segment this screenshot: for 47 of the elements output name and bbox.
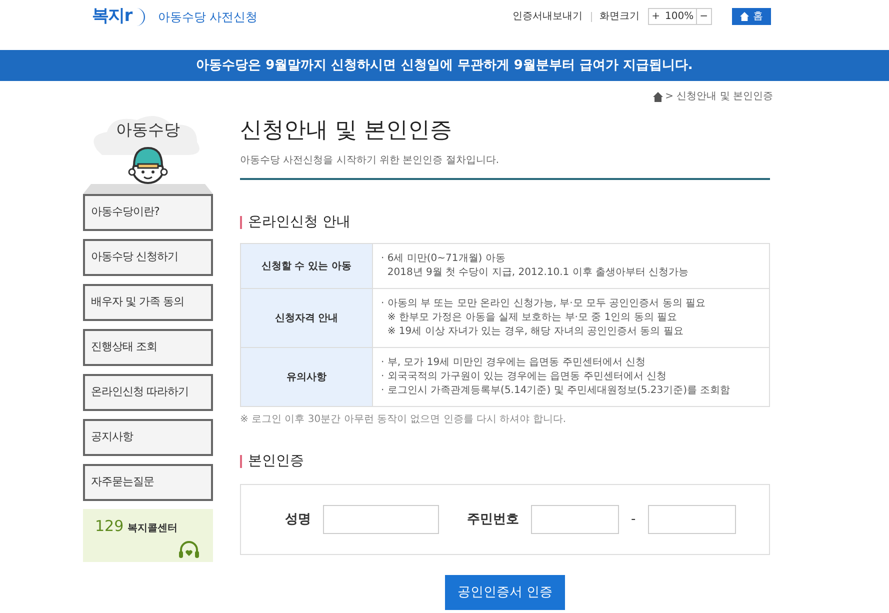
page-subtitle: 아동수당 사전신청을 시작하기 위한 본인인증 절차입니다. xyxy=(240,153,770,180)
section-heading: 본인인증 xyxy=(248,452,304,471)
sidebar-menu-item[interactable]: 아동수당 신청하기 xyxy=(83,239,213,276)
table-cell-text: ※ 한부모 가정은 아동을 실제 보호하는 부·모 중 1인의 동의 필요 xyxy=(386,311,678,325)
sidebar-menu-item[interactable]: 자주묻는질문 xyxy=(83,464,213,501)
section-heading: 온라인신청 안내 xyxy=(248,213,350,232)
id-separator: - xyxy=(631,510,636,529)
table-cell-text: 2018년 9월 첫 수당이 지급, 2012.10.1 이후 출생아부터 신청가능 xyxy=(386,266,690,280)
sidebar-menu-item[interactable]: 아동수당이란? xyxy=(83,194,213,231)
table-header-cell: 신청할 수 있는 아동 xyxy=(241,244,373,288)
zoom-out-button[interactable]: − xyxy=(696,9,711,24)
name-input[interactable] xyxy=(323,505,439,534)
page-title: 신청안내 및 본인인증 xyxy=(240,117,453,145)
table-cell-text: · 6세 미만(0~71개월) 아동 xyxy=(381,252,506,266)
headset-icon xyxy=(177,540,201,560)
call-center-label: 복지콜센터 xyxy=(128,522,178,536)
home-icon xyxy=(653,92,664,102)
call-center-number: 129 xyxy=(95,516,124,537)
table-cell-text: ※ 19세 이상 자녀가 있는 경우, 해당 자녀의 공인인증서 동의 필요 xyxy=(386,325,684,339)
logo[interactable]: 복지r xyxy=(92,4,150,30)
sidebar-title: 아동수당 xyxy=(116,119,180,141)
sidebar-menu-item[interactable]: 배우자 및 가족 동의 xyxy=(83,284,213,321)
breadcrumb: > 신청안내 및 본인인증 xyxy=(665,90,773,104)
session-note: ※ 로그인 이후 30분간 아무런 동작이 없으면 인증를 다시 하셔야 합니다. xyxy=(240,413,568,427)
site-title: 아동수당 사전신청 xyxy=(158,8,258,26)
notice-banner: 아동수당은 9월말까지 신청하시면 신청일에 무관하게 9월분부터 급여가 지급됩니다. xyxy=(0,50,889,81)
export-certificate-link[interactable]: 인증서내보내기 xyxy=(512,9,583,24)
table-cell-text: · 아동의 부 또는 모만 온라인 신청가능, 부·모 모두 공인인증서 동의 필요 xyxy=(381,297,707,311)
id-number-label: 주민번호 xyxy=(467,510,519,529)
logo-text: 복지r xyxy=(92,5,132,28)
table-cell-text: · 외국국적의 가구원이 있는 경우에는 읍면동 주민센터에서 신청 xyxy=(381,370,668,384)
zoom-in-button[interactable]: + xyxy=(648,9,664,24)
sidebar-menu-item[interactable]: 공지사항 xyxy=(83,419,213,456)
certificate-auth-button[interactable]: 공인인증서 인증 xyxy=(445,575,565,610)
table-cell-text: · 부, 모가 19세 미만인 경우에는 읍면동 주민센터에서 신청 xyxy=(381,356,647,370)
zoom-value: 100% xyxy=(664,10,695,24)
zoom-label: 화면크기 xyxy=(600,10,640,24)
id-number-back-input[interactable] xyxy=(648,505,736,534)
table-cell-text: · 로그인시 가족관계등록부(5.14기준) 및 주민세대원정보(5.23기준)를 조회함 xyxy=(381,384,732,398)
table-header-cell: 유의사항 xyxy=(241,348,373,406)
table-header-cell: 신청자격 안내 xyxy=(241,289,373,347)
home-icon xyxy=(740,12,749,21)
sidebar-menu-item[interactable]: 온라인신청 따라하기 xyxy=(83,374,213,411)
id-number-front-input[interactable] xyxy=(531,505,619,534)
sidebar-menu-item[interactable]: 진행상태 조회 xyxy=(83,329,213,366)
name-label: 성명 xyxy=(285,510,311,529)
home-button[interactable]: 홈 xyxy=(732,8,771,25)
